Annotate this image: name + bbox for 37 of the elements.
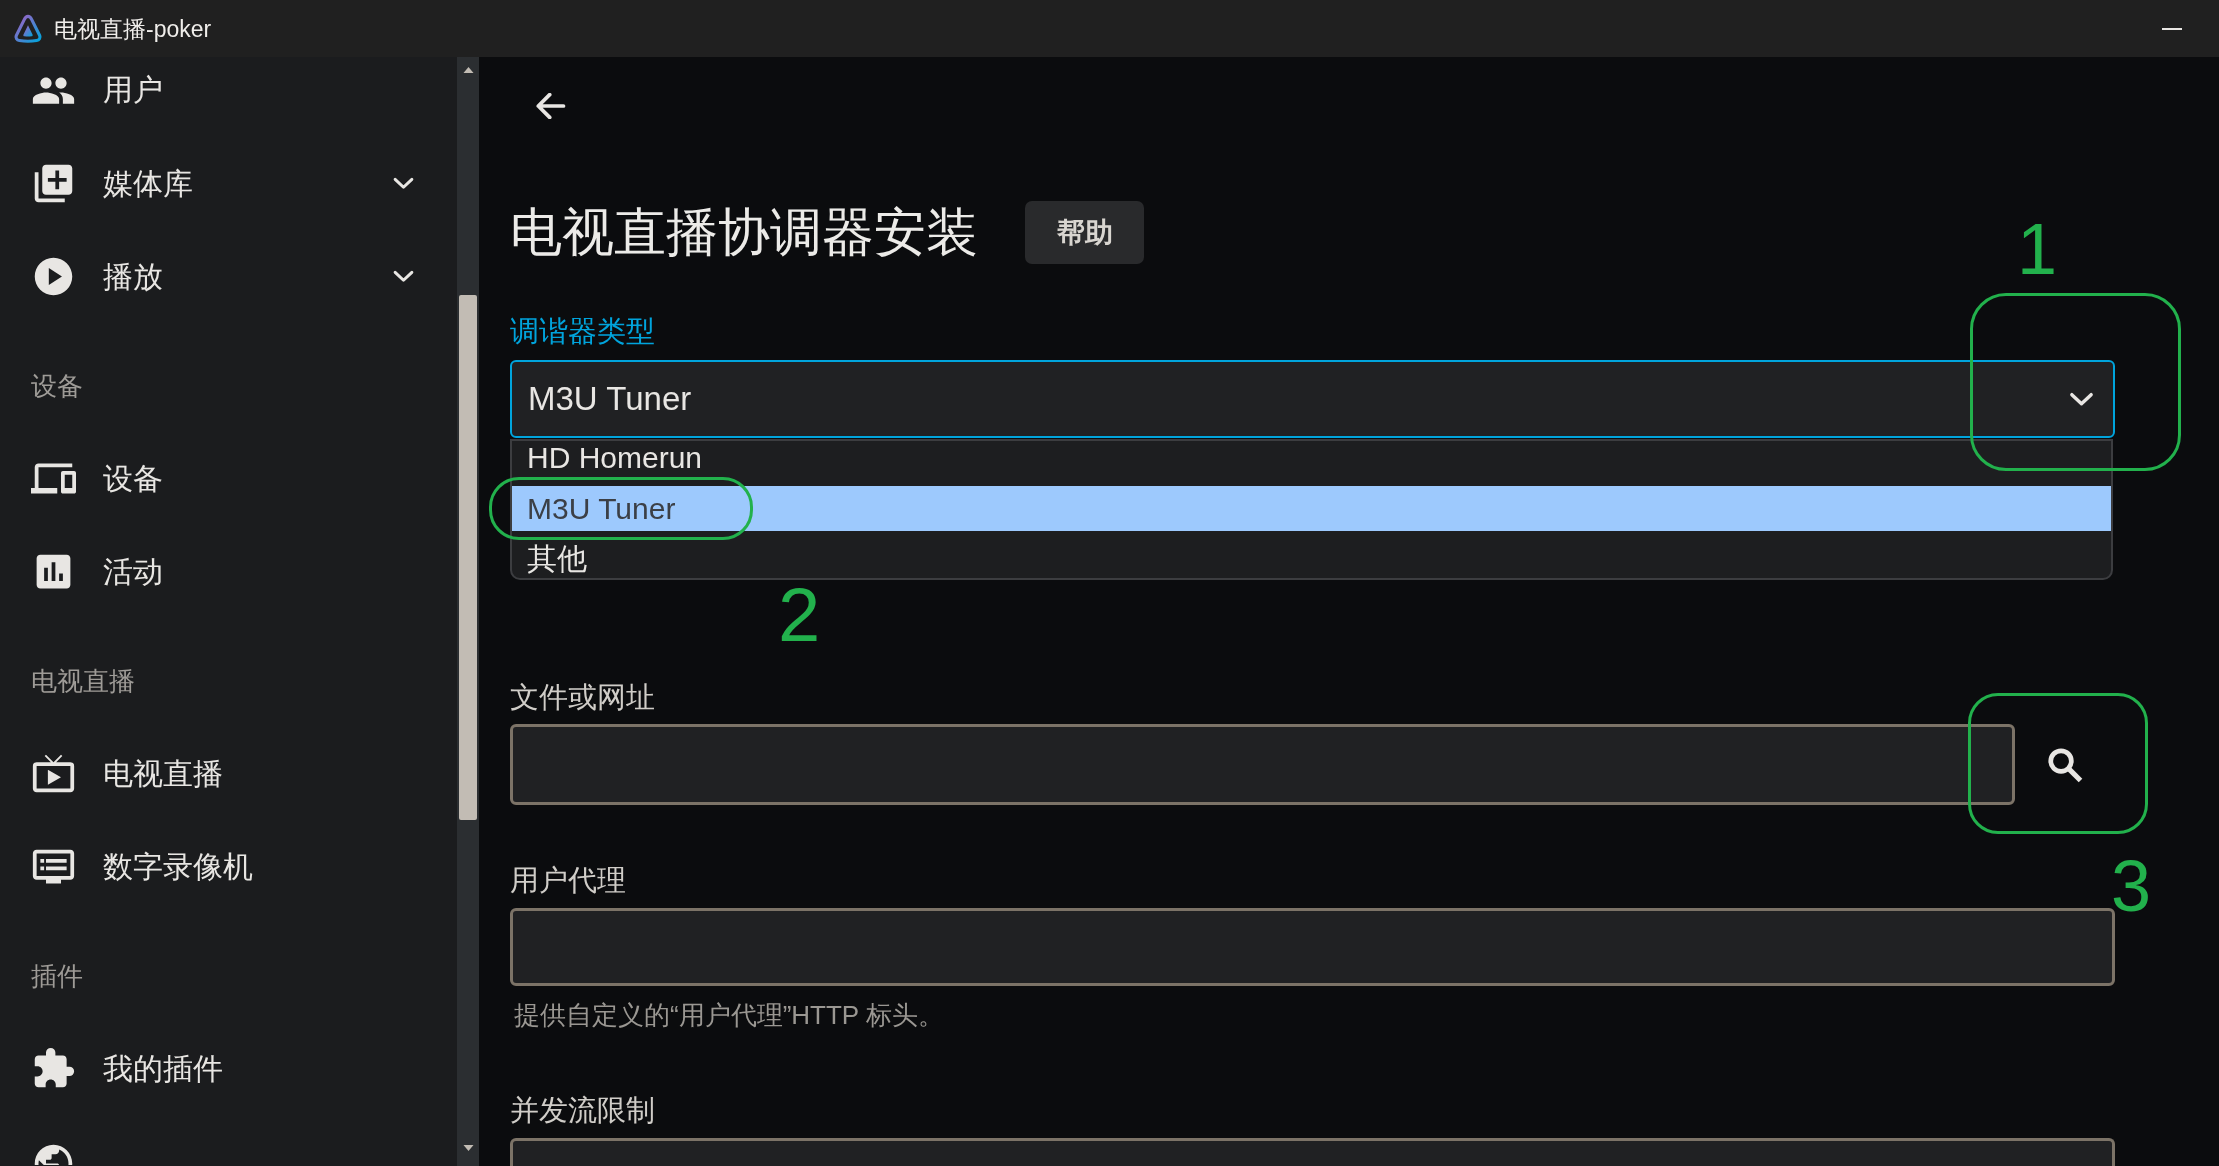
help-text: 提供自定义的“用户代理”HTTP 标头。 <box>514 999 945 1032</box>
file-input-field[interactable] <box>510 724 2015 805</box>
field-label: 调谐器类型 <box>510 314 655 349</box>
sidebar-item[interactable]: 数字录像机 <box>0 820 457 913</box>
annotation-number: 3 <box>2111 850 2152 922</box>
dropdown-option[interactable]: HD Homerun <box>512 441 2111 486</box>
field-label: 文件或网址 <box>510 680 655 715</box>
help-button[interactable]: 帮助 <box>1025 201 1144 264</box>
text-input-field[interactable] <box>510 908 2115 986</box>
sidebar-item[interactable]: 媒体库 <box>0 137 457 230</box>
scroll-up-icon[interactable] <box>462 67 474 73</box>
annotation-number: 2 <box>778 577 821 653</box>
field-label: 用户代理 <box>510 863 626 898</box>
sidebar-item[interactable]: 用户 <box>0 57 457 137</box>
chevron-down-icon <box>2068 391 2095 407</box>
scroll-down-icon[interactable] <box>462 1145 474 1151</box>
section-header: 电视直播 <box>31 664 135 698</box>
search-icon <box>2046 745 2084 784</box>
sidebar-item[interactable]: 活动 <box>0 525 457 618</box>
minimize-icon <box>2162 27 2182 30</box>
text-input-field[interactable] <box>510 1138 2115 1166</box>
logo-icon <box>13 13 43 44</box>
sidebar-item[interactable]: 设备 <box>0 432 457 525</box>
sidebar-item[interactable]: 我的插件 <box>0 1022 457 1115</box>
field-label: 并发流限制 <box>510 1093 655 1128</box>
sidebar-item[interactable]: 电视直播 <box>0 727 457 820</box>
window-title: 电视直播-poker <box>54 14 212 44</box>
section-header: 插件 <box>31 959 83 993</box>
dropdown-option[interactable]: 其他 <box>512 531 2111 576</box>
sidebar-item[interactable]: 播放 <box>0 230 457 323</box>
dropdown-option[interactable]: M3U Tuner <box>512 486 2111 531</box>
annotation-number: 1 <box>2017 213 2058 285</box>
page-title: 电视直播协调器安装 <box>510 202 978 263</box>
back-arrow-icon <box>534 93 566 119</box>
dropdown-select[interactable]: M3U Tuner <box>510 360 2115 438</box>
section-header: 设备 <box>31 369 83 403</box>
scrollbar-thumb[interactable] <box>459 295 477 820</box>
